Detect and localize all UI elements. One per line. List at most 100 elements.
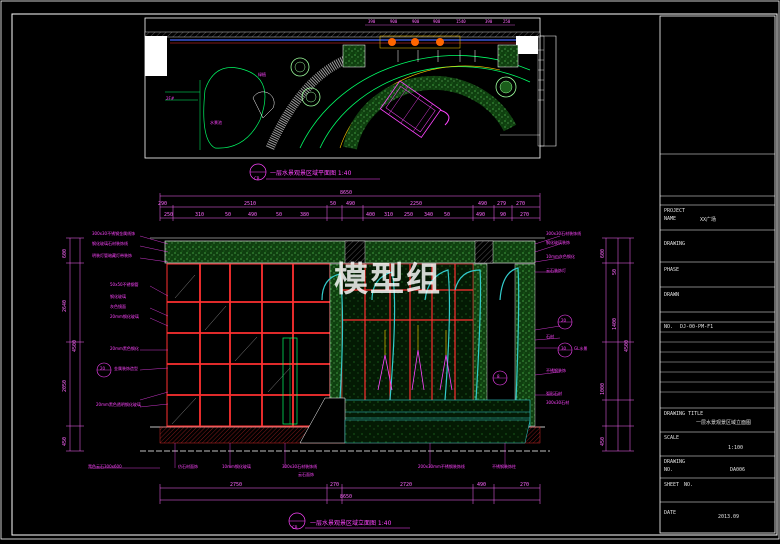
note-right: 不锈钢装饰	[546, 368, 566, 373]
dim-top-sub: 310	[195, 212, 205, 218]
dim-top-seg: 50	[330, 201, 337, 207]
dim-bottom-seg: 490	[477, 482, 487, 488]
dim-bottom-seg: 2750	[230, 482, 243, 488]
plan-view-label: CB	[254, 176, 260, 181]
tb-no-label: NO.	[664, 324, 674, 330]
dim-right: 1000	[600, 382, 606, 395]
note-left: 明装灯管暗藏灯带装饰	[92, 253, 132, 258]
dim-top-sub: 50	[444, 212, 451, 218]
plan-note-3: 绿植	[258, 72, 266, 77]
dim-top-sub: 490	[476, 212, 486, 218]
note-bottom: 10mm钢化玻璃	[222, 464, 251, 469]
tb-date-value: 2013.09	[718, 514, 740, 520]
dim-bottom-seg: 270	[520, 482, 530, 488]
plan-note-1: 2F#	[166, 96, 175, 101]
note-left: 钢化玻璃	[110, 294, 126, 299]
note-right: 石材	[546, 334, 554, 339]
dim-top-total: 8650	[340, 190, 353, 196]
tb-scale-label: SCALE	[664, 435, 680, 441]
dim-left: 450	[62, 436, 68, 446]
svg-text:390: 390	[485, 19, 493, 24]
svg-text:900: 900	[412, 19, 420, 24]
dim-top-sub: 340	[424, 212, 434, 218]
drawing-sheet: 390 900 900 900 1540 390 250 一层水景观景区域平面图…	[0, 0, 780, 540]
dim-bottom-total: 8650	[340, 494, 353, 500]
svg-text:390: 390	[368, 19, 376, 24]
note-left: 20mm黑色透明钢化玻璃	[96, 402, 141, 407]
note-right: 10mm灰色钢化	[546, 254, 575, 259]
tb-no-value: DJ-00-PM-F1	[680, 324, 714, 330]
dim-left: 600	[62, 248, 68, 258]
note-bottom: 不锈钢装饰柱	[492, 464, 516, 469]
tb-drawing-title-value: 一层水景观景区域立面图	[696, 420, 752, 426]
tb-drawing-title-label: DRAWING TITLE	[664, 411, 704, 417]
dim-top-seg: 2250	[410, 201, 423, 207]
dim-bottom-seg: 270	[330, 482, 340, 488]
tb-scale-value: 1:100	[728, 445, 744, 451]
dim-right: 1400	[612, 317, 618, 330]
dim-top-seg: 2510	[244, 201, 257, 207]
note-left: 300x30不锈钢金属线饰	[92, 231, 136, 236]
note-left: 20mm钢化玻璃	[110, 314, 139, 319]
note-left: 金属装饰造型	[114, 366, 138, 371]
note-left: 50x50不锈钢管	[110, 282, 139, 287]
tb-date-label: DATE	[664, 510, 677, 516]
dim-top-sub: 90	[500, 212, 507, 218]
note-bottom: 云石面饰	[298, 472, 314, 477]
dim-top-sub: 250	[404, 212, 414, 218]
note-bottom: 300x30石材装饰线	[282, 464, 318, 469]
callout-label: 20	[100, 366, 106, 371]
svg-text:900: 900	[390, 19, 398, 24]
note-left: 20mm黑色钢化	[110, 346, 139, 351]
dim-left: 2050	[62, 379, 68, 392]
note-right: 弧形石材	[546, 391, 562, 396]
note-bottom: 200x30mm不锈钢装饰线	[418, 464, 465, 469]
dim-top-seg: 270	[516, 201, 526, 207]
dim-top-sub: 270	[520, 212, 530, 218]
tb-drawn-label: DRAWN	[664, 292, 680, 298]
dim-top-seg: 290	[158, 201, 168, 207]
plan-note-2: 水景池	[210, 120, 222, 125]
dim-right: 50	[612, 268, 618, 275]
dim-right: 450	[600, 436, 606, 446]
svg-text:900: 900	[433, 19, 441, 24]
callout-label: 30	[561, 346, 567, 351]
dim-top-seg: 490	[478, 201, 488, 207]
dim-top-sub: 50	[276, 212, 283, 218]
tb-sheet-label: SHEET	[664, 482, 680, 488]
callout-label: 8	[497, 374, 500, 379]
dim-left-total: 4500	[72, 339, 78, 352]
plan-view-title: 一层水景观景区域平面图 1:40	[270, 170, 352, 177]
note-left: 钢化玻璃石材装饰线	[92, 241, 128, 246]
tb-name-label: NAME	[664, 216, 677, 222]
dim-top-seg: 490	[346, 201, 356, 207]
dim-top-sub: 310	[384, 212, 394, 218]
tb-drawing-no-suffix: DA006	[730, 467, 746, 473]
tb-project-value: XX广场	[700, 217, 717, 223]
svg-text:250: 250	[503, 19, 511, 24]
svg-text:1540: 1540	[456, 19, 466, 24]
title-block	[659, 15, 776, 534]
callout-label: 20	[561, 318, 567, 323]
note-left: 灰色镜面	[110, 304, 126, 309]
tb-project-label: PROJECT	[664, 208, 686, 214]
note-right: 300x30石材	[546, 400, 570, 405]
dim-top-sub: 50	[225, 212, 232, 218]
note-right: GL水景	[574, 346, 588, 351]
tb-sheet-value: NO.	[684, 482, 694, 488]
elevation-view-title: 一层水景观景区域立面图 1:40	[310, 520, 392, 527]
elevation-view-label: CB	[292, 525, 298, 530]
dim-top-sub: 380	[300, 212, 310, 218]
note-right: 300x30石材装饰线	[546, 231, 582, 236]
dim-top-sub: 250	[164, 212, 174, 218]
watermark-text: 模型组	[334, 260, 442, 300]
dim-top-sub: 490	[248, 212, 258, 218]
dim-top-seg: 279	[497, 201, 507, 207]
note-bottom: 黑色云石300x600	[88, 464, 122, 469]
dim-bottom-seg: 2720	[400, 482, 413, 488]
dim-top-sub: 400	[366, 212, 376, 218]
dim-left: 2640	[62, 299, 68, 312]
note-bottom: 仿石材面饰	[178, 464, 198, 469]
tb-drawing-no-value: NO.	[664, 467, 674, 473]
tb-phase-label: PHASE	[664, 267, 680, 273]
